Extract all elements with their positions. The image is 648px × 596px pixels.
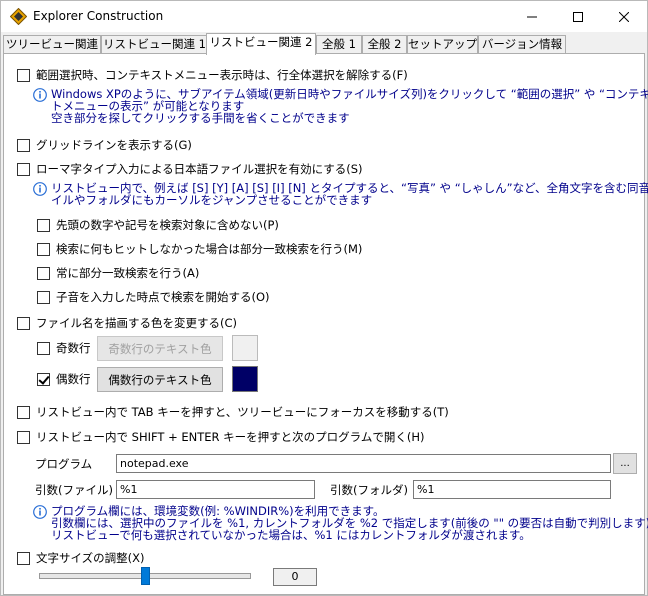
odd-row-checkbox[interactable]: 奇数行 (37, 340, 91, 356)
partial-fallback-label: 検索に何もヒットしなかった場合は部分一致検索を行う(M) (56, 242, 363, 256)
minimize-button[interactable] (509, 1, 555, 32)
romaji-info: リストビュー内で、例えば [S] [Y] [A] [S] [I] [N] とタイ… (33, 182, 648, 210)
filename-color-label: ファイル名を描画する色を変更する(C) (36, 316, 238, 330)
tab-version-info[interactable]: バージョン情報 (478, 35, 566, 54)
even-row-color-button[interactable]: 偶数行のテキスト色 (97, 367, 223, 392)
tab-setup[interactable]: セットアップ (407, 35, 478, 54)
tab-list-view-2[interactable]: リストビュー関連 2 (206, 33, 316, 55)
tab-tree-view[interactable]: ツリービュー関連 (3, 35, 101, 54)
settings-panel: 範囲選択時、コンテキストメニュー表示時は、行全体選択を解除する(F) Windo… (3, 53, 648, 595)
font-size-value: 0 (273, 568, 317, 586)
info-icon (33, 505, 47, 519)
font-size-slider-thumb[interactable] (141, 567, 150, 585)
arg-folder-input[interactable]: %1 (413, 480, 611, 499)
range-select-info: Windows XPのように、サブアイテム領域(更新日時やファイルサイズ列)をク… (33, 88, 648, 128)
info-line: 空き部分を探してクリックする手間を省くことができます (51, 111, 350, 125)
info-icon (33, 182, 47, 196)
tab-general-1[interactable]: 全般 1 (316, 35, 362, 54)
main-window: Explorer Construction ツリービュー関連 リストビュー関連 … (0, 0, 648, 596)
checkbox-box[interactable] (17, 316, 30, 330)
checkbox-box[interactable] (17, 405, 30, 419)
even-row-label: 偶数行 (56, 372, 91, 386)
consonant-search-checkbox[interactable]: 子音を入力した時点で検索を開始する(O) (37, 289, 270, 305)
checkbox-box[interactable] (17, 551, 30, 565)
info-icon (33, 88, 47, 102)
range-select-checkbox[interactable]: 範囲選択時、コンテキストメニュー表示時は、行全体選択を解除する(F) (17, 67, 408, 83)
arg-file-label: 引数(ファイル) (35, 483, 113, 497)
tab-general-2[interactable]: 全般 2 (362, 35, 407, 54)
font-size-checkbox[interactable]: 文字サイズの調整(X) (17, 550, 145, 566)
window-title: Explorer Construction (33, 9, 164, 23)
partial-fallback-checkbox[interactable]: 検索に何もヒットしなかった場合は部分一致検索を行う(M) (37, 241, 362, 257)
arg-folder-label: 引数(フォルダ) (330, 483, 408, 497)
checkbox-box[interactable] (17, 68, 30, 82)
checkbox-box[interactable] (37, 242, 50, 256)
checkbox-box[interactable] (37, 218, 50, 232)
checkbox-box[interactable] (17, 162, 30, 176)
checkbox-box[interactable] (37, 266, 50, 280)
close-button[interactable] (601, 1, 647, 32)
program-input[interactable]: notepad.exe (116, 454, 611, 473)
program-label: プログラム (35, 457, 93, 471)
checkbox-box[interactable] (37, 290, 50, 304)
browse-button[interactable]: ... (613, 453, 637, 474)
range-select-label: 範囲選択時、コンテキストメニュー表示時は、行全体選択を解除する(F) (36, 68, 408, 82)
font-size-label: 文字サイズの調整(X) (36, 551, 145, 565)
checkbox-box[interactable] (17, 430, 30, 444)
gridlines-checkbox[interactable]: グリッドラインを表示する(G) (17, 137, 192, 153)
even-row-color-swatch (232, 366, 258, 392)
odd-row-color-swatch (232, 335, 258, 361)
shift-enter-label: リストビュー内で SHIFT + ENTER キーを押すと次のプログラムで開く(… (36, 430, 425, 444)
app-icon (10, 8, 27, 25)
always-partial-label: 常に部分一致検索を行う(A) (56, 266, 200, 280)
shift-enter-checkbox[interactable]: リストビュー内で SHIFT + ENTER キーを押すと次のプログラムで開く(… (17, 429, 424, 445)
gridlines-label: グリッドラインを表示する(G) (36, 138, 192, 152)
program-info: プログラム欄には、環境変数(例: %WINDIR%)を利用できます。 引数欄には… (33, 505, 648, 545)
romaji-input-checkbox[interactable]: ローマ字タイプ入力による日本語ファイル選択を有効にする(S) (17, 161, 363, 177)
info-line: イルやフォルダにもカーソルをジャンプさせることができます (51, 193, 373, 207)
even-row-checkbox[interactable]: 偶数行 (37, 371, 91, 387)
skip-leading-symbols-checkbox[interactable]: 先頭の数字や記号を検索対象に含めない(P) (37, 217, 279, 233)
arg-file-input[interactable]: %1 (116, 480, 315, 499)
tab-list-view-1[interactable]: リストビュー関連 1 (101, 35, 208, 54)
info-line: リストビューで何も選択されていなかった場合は、%1 にはカレントフォルダが渡され… (51, 528, 531, 542)
filename-color-checkbox[interactable]: ファイル名を描画する色を変更する(C) (17, 315, 237, 331)
tab-strip: ツリービュー関連 リストビュー関連 1 リストビュー関連 2 全般 1 全般 2… (1, 32, 647, 55)
checkbox-box[interactable] (17, 138, 30, 152)
title-bar: Explorer Construction (1, 1, 647, 32)
maximize-button[interactable] (555, 1, 601, 32)
tab-focus-label: リストビュー内で TAB キーを押すと、ツリービューにフォーカスを移動する(T) (36, 405, 449, 419)
romaji-input-label: ローマ字タイプ入力による日本語ファイル選択を有効にする(S) (36, 162, 363, 176)
odd-row-label: 奇数行 (56, 341, 91, 355)
always-partial-checkbox[interactable]: 常に部分一致検索を行う(A) (37, 265, 199, 281)
consonant-search-label: 子音を入力した時点で検索を開始する(O) (56, 290, 270, 304)
close-icon (619, 11, 629, 22)
tab-focus-checkbox[interactable]: リストビュー内で TAB キーを押すと、ツリービューにフォーカスを移動する(T) (17, 404, 449, 420)
skip-leading-symbols-label: 先頭の数字や記号を検索対象に含めない(P) (56, 218, 279, 232)
odd-row-color-button[interactable]: 奇数行のテキスト色 (97, 336, 223, 361)
minimize-icon (527, 16, 537, 17)
checkbox-box[interactable] (37, 372, 50, 386)
maximize-icon (573, 11, 583, 22)
checkbox-box[interactable] (37, 341, 50, 355)
